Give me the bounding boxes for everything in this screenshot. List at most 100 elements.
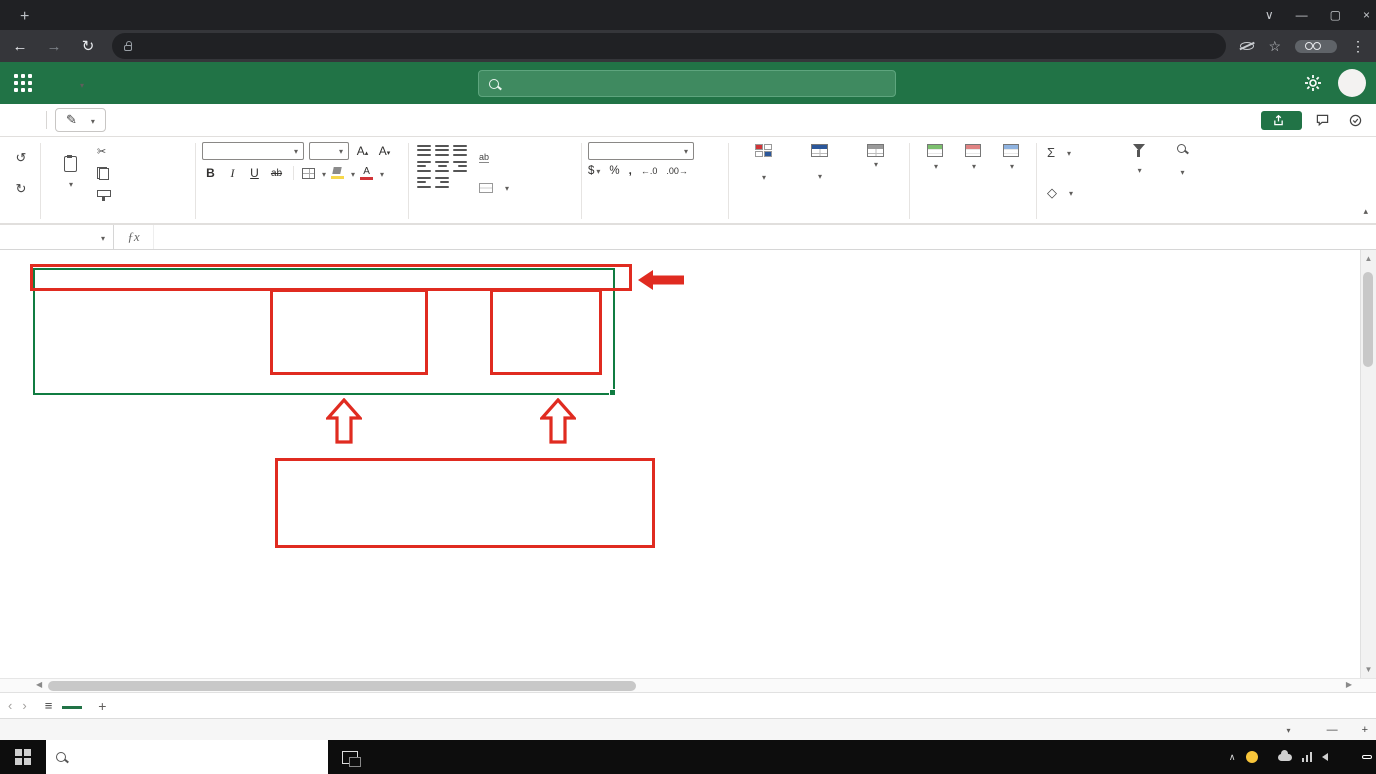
italic-button[interactable]: I bbox=[224, 166, 241, 181]
notification-count[interactable] bbox=[1362, 755, 1372, 759]
close-button[interactable]: × bbox=[1363, 8, 1370, 22]
scroll-left-icon[interactable]: ◀ bbox=[36, 680, 42, 689]
volume-icon[interactable] bbox=[1322, 753, 1328, 761]
font-family-select[interactable] bbox=[202, 142, 304, 160]
fill-handle[interactable] bbox=[609, 389, 616, 396]
scroll-right-icon[interactable]: ▶ bbox=[1346, 680, 1352, 689]
network-icon[interactable] bbox=[1302, 752, 1313, 762]
scroll-up-icon[interactable]: ▲ bbox=[1365, 254, 1373, 263]
increase-indent-icon[interactable] bbox=[435, 177, 449, 188]
currency-format-icon[interactable]: $ bbox=[588, 165, 600, 177]
all-sheets-menu-icon[interactable]: ≡ bbox=[45, 698, 53, 713]
clipboard-group-label bbox=[43, 204, 193, 223]
align-left-icon[interactable] bbox=[417, 161, 431, 172]
shrink-font-button[interactable]: A▾ bbox=[376, 144, 393, 158]
name-box[interactable] bbox=[0, 225, 114, 249]
add-sheet-button[interactable]: + bbox=[92, 698, 112, 714]
reload-button[interactable]: ↻ bbox=[78, 37, 98, 55]
format-painter-button[interactable] bbox=[93, 186, 119, 203]
selection-stats[interactable] bbox=[1237, 724, 1291, 736]
decrease-decimal-icon[interactable]: .00→ bbox=[666, 166, 688, 176]
autosum-button[interactable]: Σ bbox=[1043, 143, 1117, 162]
comments-button[interactable] bbox=[1316, 114, 1335, 127]
gear-icon[interactable] bbox=[1304, 74, 1322, 92]
percent-format-icon[interactable]: % bbox=[609, 165, 619, 177]
comma-format-icon[interactable]: , bbox=[629, 165, 632, 177]
paste-button[interactable] bbox=[47, 142, 93, 204]
clear-button[interactable]: ◇ bbox=[1043, 183, 1117, 203]
wrap-text-icon: ab bbox=[479, 152, 489, 163]
delete-cells-button[interactable] bbox=[954, 142, 992, 204]
strikethrough-button[interactable]: ab bbox=[268, 168, 285, 179]
prev-sheet-icon[interactable]: ‹ bbox=[8, 698, 12, 713]
share-button[interactable] bbox=[1261, 111, 1302, 130]
wrap-text-button[interactable]: ab bbox=[475, 150, 513, 165]
sheet-tab-employee-details[interactable] bbox=[62, 702, 82, 709]
eye-blocked-icon[interactable] bbox=[1240, 42, 1254, 50]
align-bottom-icon[interactable] bbox=[453, 145, 467, 156]
grow-font-button[interactable]: A▴ bbox=[354, 144, 371, 158]
browser-menu-icon[interactable]: ⋮ bbox=[1351, 38, 1366, 55]
borders-icon[interactable] bbox=[302, 168, 315, 179]
format-cells-button[interactable] bbox=[992, 142, 1030, 204]
font-color-icon[interactable]: A bbox=[360, 167, 373, 180]
undo-icon[interactable]: ↺ bbox=[16, 150, 27, 166]
document-title[interactable] bbox=[72, 76, 84, 91]
align-middle-icon[interactable] bbox=[435, 145, 449, 156]
tab-table-design[interactable] bbox=[16, 113, 38, 128]
pencil-icon: ✎ bbox=[66, 112, 77, 128]
increase-decimal-icon[interactable]: ←.0 bbox=[641, 166, 658, 176]
horizontal-scrollbar[interactable]: ◀ ▶ bbox=[0, 678, 1376, 692]
chevron-down-icon bbox=[932, 161, 938, 173]
hidden-icons-chevron[interactable]: ∧ bbox=[1229, 752, 1236, 763]
redo-icon[interactable]: ↻ bbox=[16, 181, 27, 197]
conditional-formatting-button[interactable] bbox=[735, 142, 791, 204]
horizontal-scroll-thumb[interactable] bbox=[48, 681, 636, 691]
cloud-icon[interactable] bbox=[1278, 754, 1292, 761]
tab-search-icon[interactable]: ∨ bbox=[1265, 8, 1274, 22]
editing-mode-button[interactable]: ✎ bbox=[55, 108, 106, 132]
format-as-table-button[interactable] bbox=[791, 142, 847, 204]
decrease-indent-icon[interactable] bbox=[417, 177, 431, 188]
catch-up-button[interactable] bbox=[1349, 114, 1368, 127]
styles-button[interactable] bbox=[847, 142, 903, 204]
find-select-button[interactable] bbox=[1160, 142, 1203, 204]
insert-cells-button[interactable] bbox=[916, 142, 954, 204]
cells-group bbox=[912, 139, 1034, 223]
cut-button[interactable]: ✂ bbox=[93, 143, 119, 160]
search-box[interactable] bbox=[478, 70, 896, 97]
collapse-ribbon-icon[interactable]: ▴ bbox=[1363, 206, 1368, 217]
zoom-in-button[interactable]: + bbox=[1362, 724, 1368, 736]
avatar[interactable] bbox=[1338, 69, 1366, 97]
app-launcher-icon[interactable] bbox=[14, 74, 32, 92]
next-sheet-icon[interactable]: › bbox=[22, 698, 26, 713]
copy-button[interactable] bbox=[93, 165, 119, 182]
align-center-icon[interactable] bbox=[435, 161, 449, 172]
underline-button[interactable]: U bbox=[246, 166, 263, 180]
fill-color-icon[interactable] bbox=[331, 167, 344, 179]
align-right-icon[interactable] bbox=[453, 161, 467, 172]
scroll-down-icon[interactable]: ▼ bbox=[1365, 665, 1373, 674]
forward-button[interactable]: → bbox=[44, 38, 64, 55]
vertical-scroll-thumb[interactable] bbox=[1363, 272, 1373, 367]
search-input[interactable] bbox=[507, 77, 885, 91]
number-format-select[interactable] bbox=[588, 142, 694, 160]
address-bar[interactable] bbox=[112, 33, 1226, 59]
maximize-button[interactable]: ▢ bbox=[1330, 8, 1341, 22]
minimize-button[interactable]: — bbox=[1296, 8, 1308, 22]
zoom-out-button[interactable]: — bbox=[1327, 724, 1338, 736]
clipboard-group: ✂ bbox=[43, 139, 193, 223]
taskbar-search[interactable] bbox=[46, 740, 328, 774]
back-button[interactable]: ← bbox=[10, 38, 30, 55]
start-button[interactable] bbox=[0, 740, 46, 774]
taskbar-search-input[interactable] bbox=[74, 750, 318, 764]
bold-button[interactable]: B bbox=[202, 166, 219, 180]
font-size-select[interactable] bbox=[309, 142, 349, 160]
bookmark-star-icon[interactable]: ☆ bbox=[1268, 38, 1281, 55]
align-top-icon[interactable] bbox=[417, 145, 431, 156]
sort-filter-button[interactable] bbox=[1117, 142, 1160, 204]
merge-center-button[interactable] bbox=[475, 180, 513, 196]
task-view-icon[interactable] bbox=[342, 751, 358, 764]
formula-input[interactable] bbox=[154, 225, 1376, 249]
new-tab-button[interactable]: + bbox=[8, 8, 41, 30]
